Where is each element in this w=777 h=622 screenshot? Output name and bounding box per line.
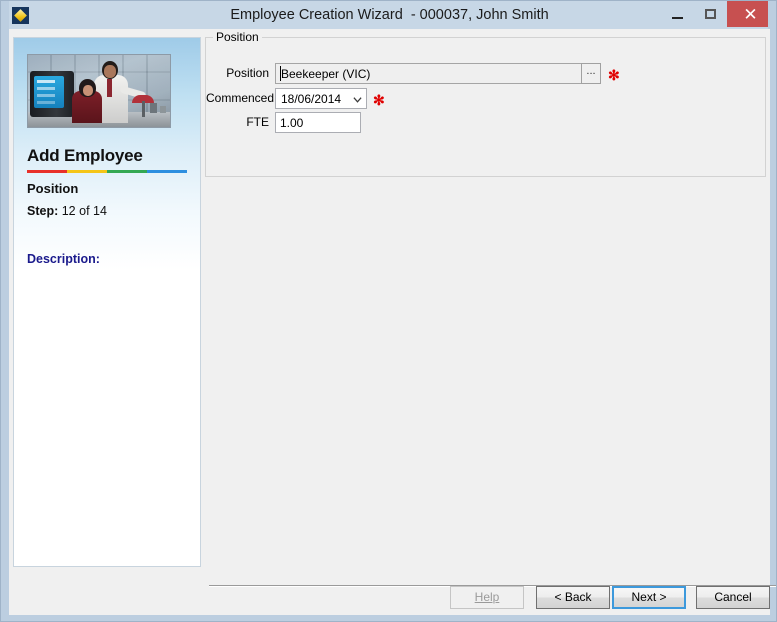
position-required-asterisk: ✻	[608, 67, 620, 83]
maximize-icon[interactable]	[694, 1, 727, 27]
fte-input[interactable]	[275, 112, 361, 133]
text-caret	[280, 66, 281, 81]
step-counter-label: Step:	[27, 204, 59, 218]
commenced-date-picker[interactable]: 18/06/2014	[275, 88, 367, 109]
back-button[interactable]: < Back	[536, 586, 610, 609]
window-frame-left	[1, 1, 9, 621]
wizard-content: Position Position ... ✻ Commenced 18/06/…	[205, 30, 776, 587]
page-title: Add Employee	[27, 146, 143, 165]
help-button-label: Help	[474, 590, 500, 604]
commenced-label: Commenced	[206, 91, 275, 105]
commenced-required-asterisk: ✻	[373, 92, 385, 108]
divider-segment-2	[67, 170, 107, 173]
position-browse-button[interactable]: ...	[581, 63, 601, 84]
office-workers-photo	[27, 54, 171, 128]
chevron-down-icon	[353, 97, 362, 103]
wizard-footer: Help < Back Next > Cancel	[9, 581, 770, 615]
minimize-icon[interactable]	[661, 1, 694, 27]
fte-label: FTE	[246, 115, 269, 129]
position-label: Position	[226, 66, 269, 80]
divider-segment-1	[27, 170, 67, 173]
step-counter-value: 12 of 14	[61, 204, 107, 218]
close-icon[interactable]: ✕	[727, 1, 774, 27]
title-bar: Employee Creation Wizard - 000037, John …	[1, 1, 776, 29]
divider-segment-3	[107, 170, 147, 173]
next-button[interactable]: Next >	[612, 586, 686, 609]
divider-segment-4	[147, 170, 187, 173]
help-button[interactable]: Help	[450, 586, 524, 609]
description-label: Description:	[27, 252, 100, 266]
commenced-date-value: 18/06/2014	[281, 92, 342, 106]
wizard-window: Employee Creation Wizard - 000037, John …	[0, 0, 777, 622]
minimize-glyph	[672, 16, 683, 19]
cancel-button[interactable]: Cancel	[696, 586, 770, 609]
position-groupbox: Position Position ... ✻ Commenced 18/06/…	[205, 30, 766, 177]
position-groupbox-legend: Position	[213, 30, 262, 44]
position-input[interactable]	[275, 63, 587, 84]
color-divider	[27, 170, 187, 173]
close-glyph: ✕	[743, 4, 758, 24]
maximize-glyph	[705, 9, 716, 19]
wizard-sidebar: Add Employee Position Step: 12 of 14 Des…	[13, 37, 201, 567]
step-counter: Step: 12 of 14	[27, 204, 107, 218]
client-area: Add Employee Position Step: 12 of 14 Des…	[9, 29, 776, 615]
current-step-name: Position	[27, 181, 79, 196]
